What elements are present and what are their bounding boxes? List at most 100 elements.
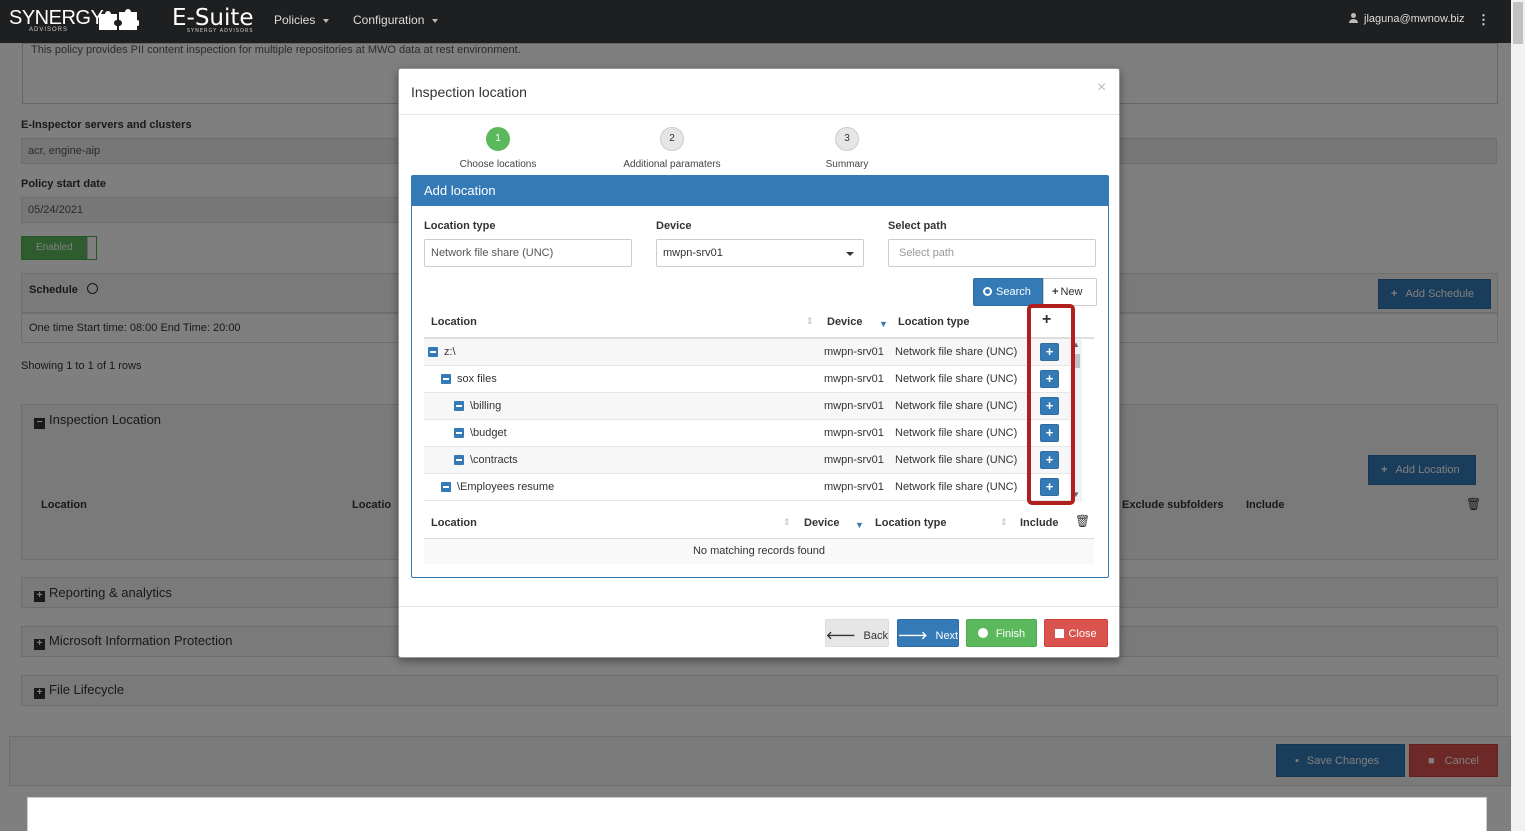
- tree-row[interactable]: z:\ mwpn-srv01 Network file share (UNC) …: [424, 339, 1082, 366]
- tree-row-location: \billing: [470, 400, 502, 412]
- th-selected-include[interactable]: Include: [1020, 517, 1059, 529]
- select-path-placeholder: Select path: [899, 247, 955, 259]
- step-3-label: Summary: [825, 159, 869, 170]
- device-value: mwpn-srv01: [663, 247, 723, 259]
- tree-row-device: mwpn-srv01: [824, 373, 884, 385]
- tree-row[interactable]: \contracts mwpn-srv01 Network file share…: [424, 447, 1082, 474]
- nav-policies[interactable]: Policies: [274, 13, 330, 27]
- tree-header-row: Location ⇕ Device ▼ Location type +: [424, 307, 1094, 339]
- synergy-logo[interactable]: SYNERGY ADVISORS: [9, 7, 104, 33]
- close-button[interactable]: Close: [1044, 619, 1108, 647]
- tree-row-location: z:\: [444, 346, 456, 358]
- close-label: Close: [1068, 628, 1097, 640]
- new-button[interactable]: + New: [1043, 278, 1097, 306]
- user-email: jlaguna@mwnow.biz: [1364, 13, 1465, 25]
- user-icon: [1349, 13, 1358, 23]
- brand-name: SYNERGY: [9, 7, 104, 29]
- modal-footer-divider: [399, 606, 1119, 607]
- th-selected-device[interactable]: Device: [804, 517, 839, 529]
- page-scrollbar[interactable]: [1511, 0, 1525, 831]
- th-selected-location[interactable]: Location: [431, 517, 477, 529]
- sort-icon[interactable]: ⇕: [806, 316, 814, 327]
- selected-header-row: Location ⇕ Device ▼ Location type ⇕ Incl…: [424, 508, 1094, 540]
- chevron-down-icon: [846, 252, 854, 256]
- collapse-icon[interactable]: [454, 401, 464, 411]
- location-type-value: Network file share (UNC): [431, 247, 554, 259]
- sort-icon[interactable]: ⇕: [783, 517, 791, 528]
- step-1-circle: 1: [486, 127, 510, 151]
- tree-row[interactable]: \Employees resume mwpn-srv01 Network fil…: [424, 474, 1082, 501]
- location-type-input[interactable]: Network file share (UNC): [424, 239, 632, 267]
- tree-row[interactable]: \budget mwpn-srv01 Network file share (U…: [424, 420, 1082, 447]
- wizard-step-1[interactable]: 1 Choose locations: [428, 127, 568, 170]
- caret-down-icon: [432, 18, 439, 23]
- th-selected-type[interactable]: Location type: [875, 517, 947, 529]
- search-icon: [983, 287, 992, 296]
- tree-row-device: mwpn-srv01: [824, 400, 884, 412]
- collapse-icon[interactable]: [441, 374, 451, 384]
- modal-divider: [399, 114, 1119, 115]
- search-button-label: Search: [996, 286, 1031, 298]
- select-path-input[interactable]: Select path: [888, 239, 1096, 267]
- tree-row-type: Network file share (UNC): [895, 346, 1018, 358]
- tree-row-device: mwpn-srv01: [824, 346, 884, 358]
- nav-configuration[interactable]: Configuration: [353, 13, 439, 27]
- inspection-location-modal: Inspection location × 1 Choose locations…: [398, 68, 1120, 658]
- plus-icon: +: [1052, 286, 1059, 298]
- arrow-right-icon: 🡒: [898, 630, 928, 642]
- location-type-label: Location type: [424, 220, 496, 232]
- user-menu[interactable]: jlaguna@mwnow.biz: [1349, 13, 1464, 25]
- no-records-message: No matching records found: [424, 539, 1094, 564]
- sort-desc-icon[interactable]: ▼: [879, 319, 888, 329]
- search-button[interactable]: Search: [973, 278, 1043, 306]
- check-circle-icon: [977, 628, 988, 638]
- device-label: Device: [656, 220, 692, 232]
- location-tree-table: Location ⇕ Device ▼ Location type + z:\ …: [424, 307, 1094, 507]
- select-path-label: Select path: [888, 220, 947, 232]
- back-button[interactable]: 🡐 Back: [825, 619, 889, 647]
- nav-policies-label: Policies: [274, 13, 316, 27]
- tree-row-device: mwpn-srv01: [824, 427, 884, 439]
- step-1-label: Choose locations: [459, 159, 537, 170]
- next-button[interactable]: 🡒 Next: [897, 619, 959, 647]
- more-vertical-icon[interactable]: ⋮: [1477, 12, 1490, 28]
- tree-row-location: sox files: [457, 373, 497, 385]
- tree-row-device: mwpn-srv01: [824, 454, 884, 466]
- tree-row[interactable]: \billing mwpn-srv01 Network file share (…: [424, 393, 1082, 420]
- th-location[interactable]: Location: [431, 316, 477, 328]
- finish-label: Finish: [995, 628, 1026, 640]
- step-3-circle: 3: [835, 127, 859, 151]
- highlight-annotation: [1027, 304, 1075, 505]
- esuite-logo[interactable]: E-Suite SYNERGY ADVISORS: [172, 5, 254, 34]
- sort-icon[interactable]: ⇕: [1000, 517, 1008, 528]
- puzzle-logo-icon: [99, 9, 139, 30]
- trash-icon[interactable]: 🗑: [1075, 514, 1090, 528]
- th-location-type[interactable]: Location type: [898, 316, 970, 328]
- device-select[interactable]: mwpn-srv01: [656, 239, 864, 267]
- caret-down-icon: [323, 18, 330, 23]
- back-label: Back: [863, 630, 888, 642]
- add-location-header: Add location: [412, 176, 1108, 206]
- scrollbar-thumb[interactable]: [1513, 2, 1523, 44]
- close-icon[interactable]: ×: [1097, 79, 1106, 97]
- collapse-icon[interactable]: [441, 482, 451, 492]
- collapse-icon[interactable]: [428, 347, 438, 357]
- finish-button[interactable]: Finish: [966, 619, 1037, 647]
- tree-row-device: mwpn-srv01: [824, 481, 884, 493]
- tree-row-type: Network file share (UNC): [895, 373, 1018, 385]
- nav-configuration-label: Configuration: [353, 13, 425, 27]
- collapse-icon[interactable]: [454, 428, 464, 438]
- add-location-panel: Add location Location type Network file …: [411, 175, 1109, 578]
- collapse-icon[interactable]: [454, 455, 464, 465]
- sort-desc-icon[interactable]: ▼: [855, 520, 864, 530]
- new-button-label: New: [1060, 286, 1083, 298]
- arrow-left-icon: 🡐: [826, 630, 856, 642]
- wizard-step-2[interactable]: 2 Additional paramaters: [602, 127, 742, 170]
- wizard-step-3[interactable]: 3 Summary: [777, 127, 917, 170]
- step-2-circle: 2: [660, 127, 684, 151]
- stop-icon: [1055, 629, 1065, 638]
- tree-row-type: Network file share (UNC): [895, 481, 1018, 493]
- th-device[interactable]: Device: [827, 316, 862, 328]
- tree-row[interactable]: sox files mwpn-srv01 Network file share …: [424, 366, 1082, 393]
- modal-title: Inspection location: [411, 84, 527, 100]
